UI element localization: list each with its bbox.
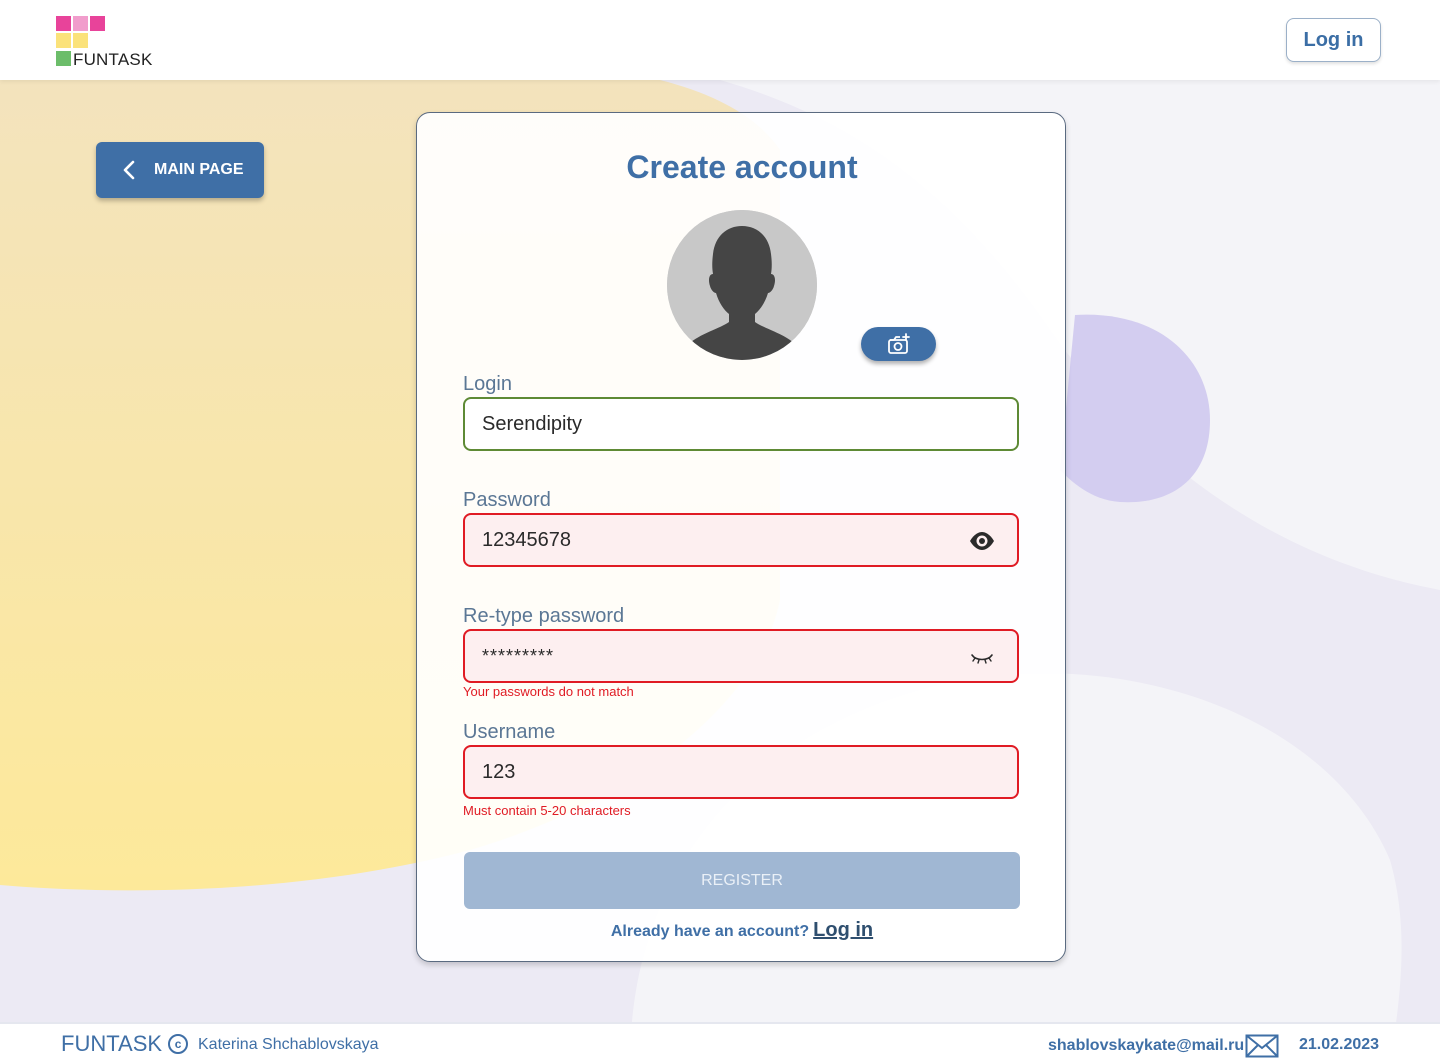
- main-page-button[interactable]: MAIN PAGE: [96, 142, 264, 198]
- add-photo-button[interactable]: [861, 327, 936, 361]
- password-label: Password: [463, 489, 551, 511]
- retype-password-label: Re-type password: [463, 605, 625, 627]
- login-value: Serendipity: [482, 412, 583, 435]
- login-link[interactable]: Log in: [813, 919, 873, 941]
- avatar: [667, 210, 817, 360]
- logo-text: FUNTASK: [73, 50, 153, 69]
- page-title: Create account: [626, 149, 858, 185]
- eye-closed-icon[interactable]: [969, 647, 995, 667]
- logo-square: [73, 33, 88, 48]
- chevron-left-icon: [123, 160, 135, 180]
- already-have-account: Already have an account? Log in: [417, 919, 1067, 942]
- footer-date: 21.02.2023: [1299, 1036, 1380, 1053]
- copyright-icon: c: [168, 1034, 189, 1054]
- password-field[interactable]: 12345678: [463, 513, 1019, 567]
- login-label: Login: [463, 373, 512, 395]
- logo-square: [56, 16, 71, 31]
- register-button[interactable]: REGISTER: [464, 852, 1020, 909]
- footer-email[interactable]: shablovskaykate@mail.ru: [1048, 1037, 1244, 1055]
- retype-password-error: Your passwords do not match: [463, 684, 634, 699]
- username-value: 123: [482, 760, 516, 783]
- retype-password-value: *********: [482, 645, 555, 666]
- footer-brand-name: FUNTASK: [61, 1031, 163, 1056]
- username-field[interactable]: 123: [463, 745, 1019, 799]
- main-page-label: MAIN PAGE: [154, 161, 244, 178]
- username-label: Username: [463, 721, 556, 743]
- login-field[interactable]: Serendipity: [463, 397, 1019, 451]
- logo-square: [90, 16, 105, 31]
- footer-author: Katerina Shchablovskaya: [198, 1036, 379, 1053]
- header-login-button[interactable]: Log in: [1286, 18, 1381, 62]
- logo-square: [56, 51, 71, 66]
- footer-brand: FUNTASK c: [61, 1031, 189, 1057]
- logo-square: [56, 33, 71, 48]
- logo-square: [73, 16, 88, 31]
- username-error: Must contain 5-20 characters: [463, 803, 631, 818]
- top-header: FUNTASK Log in: [0, 0, 1440, 80]
- already-text: Already have an account?: [610, 923, 810, 940]
- eye-icon[interactable]: [969, 531, 995, 551]
- add-photo-icon: [887, 333, 910, 354]
- password-value: 12345678: [482, 528, 571, 551]
- footer: FUNTASK c Katerina Shchablovskaya shablo…: [0, 1022, 1440, 1064]
- funtask-logo[interactable]: FUNTASK: [56, 16, 156, 69]
- create-account-card: Create account Login Serendipity Passwor…: [416, 112, 1066, 962]
- retype-password-field[interactable]: *********: [463, 629, 1019, 683]
- user-silhouette-icon: [667, 210, 817, 360]
- mail-icon[interactable]: [1245, 1034, 1279, 1058]
